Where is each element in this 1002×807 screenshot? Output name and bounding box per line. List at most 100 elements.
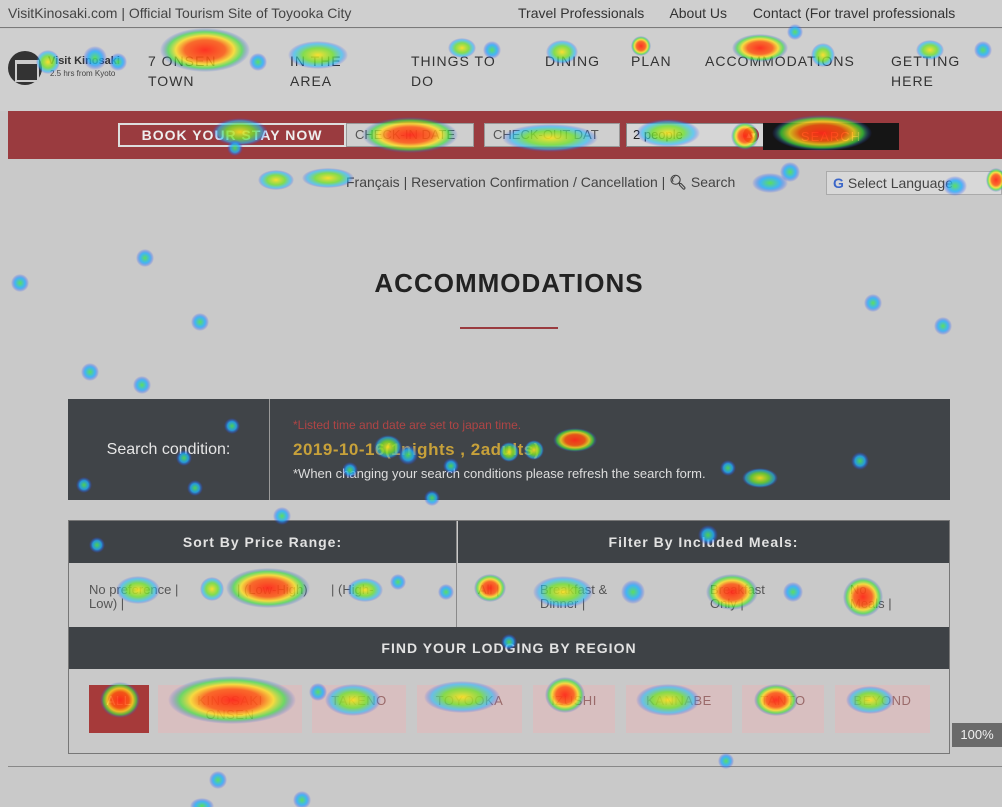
select-language-dropdown[interactable]: G Select Language [826, 171, 1002, 195]
meal-option-label: Dinner [540, 596, 579, 611]
logo-name: Visit Kinosaki [48, 55, 120, 67]
region-label: TAKENO [331, 693, 387, 708]
sort-option-high-low[interactable]: | (High- [331, 583, 373, 597]
region-button-all[interactable]: ALL [89, 685, 149, 733]
about-us-link[interactable]: About Us [669, 5, 727, 21]
nav-item-line1: THINGS TO [411, 53, 496, 69]
meal-option-breakfast-only[interactable]: Breakfast Only | [710, 583, 765, 611]
sort-by-price-header: Sort By Price Range: [69, 521, 457, 563]
nav-item-line2: TOWN [148, 73, 195, 89]
meal-option-no-meals[interactable]: No Meals | [850, 583, 892, 611]
region-label: TANTO [760, 693, 806, 708]
search-condition-panel: Search condition: *Listed time and date … [68, 399, 950, 500]
meal-option-label: All [478, 582, 493, 597]
nav-item-line1: PLAN [631, 53, 672, 69]
gaze-fixation-30 [191, 313, 209, 331]
check-out-date-field[interactable]: CHECK-OUT DAT [484, 123, 620, 147]
meal-options: All | Breakfast & Dinner | Breakfast Only … [458, 563, 949, 627]
region-button-tanto[interactable]: TANTO [742, 685, 824, 733]
region-label: ALL [106, 693, 132, 708]
nav-item-line1: GETTING [891, 53, 961, 69]
page-title: ACCOMMODATIONS [374, 268, 644, 298]
nav-item-line2: DO [411, 73, 434, 89]
gaze-fixation-32 [934, 317, 952, 335]
meal-option-label: Only [710, 596, 737, 611]
sort-option-label: Low) [89, 596, 118, 611]
sort-option-label: High- [342, 582, 374, 597]
search-condition-label: Search condition: [68, 399, 270, 500]
top-links: Travel Professionals About Us Contact (F… [518, 5, 977, 21]
filter-by-meals-header: Filter By Included Meals: [458, 521, 949, 563]
contact-link[interactable]: Contact (For travel professionals [753, 5, 955, 21]
nav-item-line1: IN THE [290, 53, 342, 69]
region-header: FIND YOUR LODGING BY REGION [69, 627, 949, 669]
meal-option-breakfast-dinner[interactable]: Breakfast & Dinner | [540, 583, 607, 611]
nav-item-onsen-town[interactable]: 7 ONSEN TOWN [148, 51, 216, 91]
meal-option-label: Breakfast & [540, 582, 608, 597]
people-select-value: 2 people [633, 127, 683, 142]
booking-bar: BOOK YOUR STAY NOW CHECK-IN DATE CHECK-O… [8, 111, 1002, 159]
search-dates: 2019-10-16(1nights , 2adults) [293, 440, 540, 459]
site-title[interactable]: VisitKinosaki.com | Official Tourism Sit… [8, 5, 351, 21]
sort-option-label: No preference [89, 582, 172, 597]
title-underline [460, 327, 558, 329]
region-label: KINOSAKI [197, 693, 263, 708]
search-button[interactable]: SEARCH [763, 123, 899, 150]
nav-item-line2: HERE [891, 73, 934, 89]
sort-option-label: Low-High [248, 582, 304, 597]
search-icon[interactable]: 🔍︎ [669, 174, 687, 190]
region-label: IZUSHI [551, 693, 597, 708]
travel-professionals-link[interactable]: Travel Professionals [518, 5, 644, 21]
timezone-note: *Listed time and date are set to japan t… [293, 418, 522, 432]
region-label: KANNABE [646, 693, 712, 708]
region-button-izushi[interactable]: IZUSHI [533, 685, 615, 733]
region-label: BEYOND [853, 693, 912, 708]
logo-tagline: 2.5 hrs from Kyoto [50, 69, 116, 78]
nav-item-line1: 7 ONSEN [148, 53, 217, 69]
top-bar: VisitKinosaki.com | Official Tourism Sit… [0, 0, 1002, 28]
nav-item-line2: AREA [290, 73, 333, 89]
meal-option-label: Meals [850, 596, 885, 611]
site-logo[interactable]: Visit Kinosaki 2.5 hrs from Kyoto [8, 49, 138, 89]
nav-item-line1: ACCOMMODATIONS [705, 53, 855, 69]
region-label: TOYOOKA [435, 693, 504, 708]
people-select[interactable]: 2 people ▴▾ [626, 123, 770, 147]
meal-option-all[interactable]: All | [478, 583, 499, 597]
region-button-beyond[interactable]: BEYOND [835, 685, 930, 733]
region-label: ONSEN [205, 707, 255, 722]
sort-option-continued[interactable]: Low) | [89, 597, 124, 611]
region-button-takeno[interactable]: TAKENO [312, 685, 406, 733]
book-your-stay-button[interactable]: BOOK YOUR STAY NOW [118, 123, 346, 147]
sort-option-no-preference[interactable]: No preference | [89, 583, 178, 597]
sort-option-low-high[interactable]: | (Low-High) [237, 583, 308, 597]
gaze-fixation-28 [136, 249, 154, 267]
utility-links: Français | Reservation Confirmation / Ca… [346, 174, 735, 191]
nav-item-dining[interactable]: DINING [545, 51, 600, 71]
gaze-fixation-33 [81, 363, 99, 381]
region-button-kannabe[interactable]: KANNABE [626, 685, 732, 733]
select-language-label: Select Language [847, 175, 953, 191]
region-button-toyooka[interactable]: TOYOOKA [417, 685, 522, 733]
bottom-divider [8, 766, 1002, 767]
nav-item-in-the-area[interactable]: IN THE AREA [290, 51, 342, 91]
main-nav: Visit Kinosaki 2.5 hrs from Kyoto 7 ONSE… [0, 29, 1002, 111]
gaze-fixation-78 [293, 791, 311, 807]
nav-item-things-to-do[interactable]: THINGS TO DO [411, 51, 496, 91]
google-g-icon: G [833, 175, 844, 191]
nav-item-line1: DINING [545, 53, 600, 69]
utility-row: Français | Reservation Confirmation / Ca… [0, 170, 1002, 196]
nav-item-plan[interactable]: PLAN [631, 51, 672, 71]
sort-options: No preference | Low) | | (Low-High) | (H… [69, 563, 457, 627]
filters-panel: Sort By Price Range: Filter By Included … [68, 520, 950, 754]
nav-item-accommodations[interactable]: ACCOMMODATIONS [705, 51, 855, 71]
check-in-date-field[interactable]: CHECK-IN DATE [346, 123, 474, 147]
nav-item-getting-here[interactable]: GETTING HERE [891, 51, 960, 91]
zoom-level-indicator[interactable]: 100% [952, 723, 1002, 747]
gaze-fixation-76 [209, 771, 227, 789]
language-and-reservation-links[interactable]: Français | Reservation Confirmation / Ca… [346, 174, 669, 190]
refresh-hint: *When changing your search conditions pl… [293, 466, 706, 481]
region-button-kinosaki-onsen[interactable]: KINOSAKI ONSEN [158, 685, 302, 733]
gaze-fixation-34 [133, 376, 151, 394]
select-arrows-icon: ▴▾ [743, 127, 759, 143]
search-link[interactable]: Search [691, 174, 735, 190]
